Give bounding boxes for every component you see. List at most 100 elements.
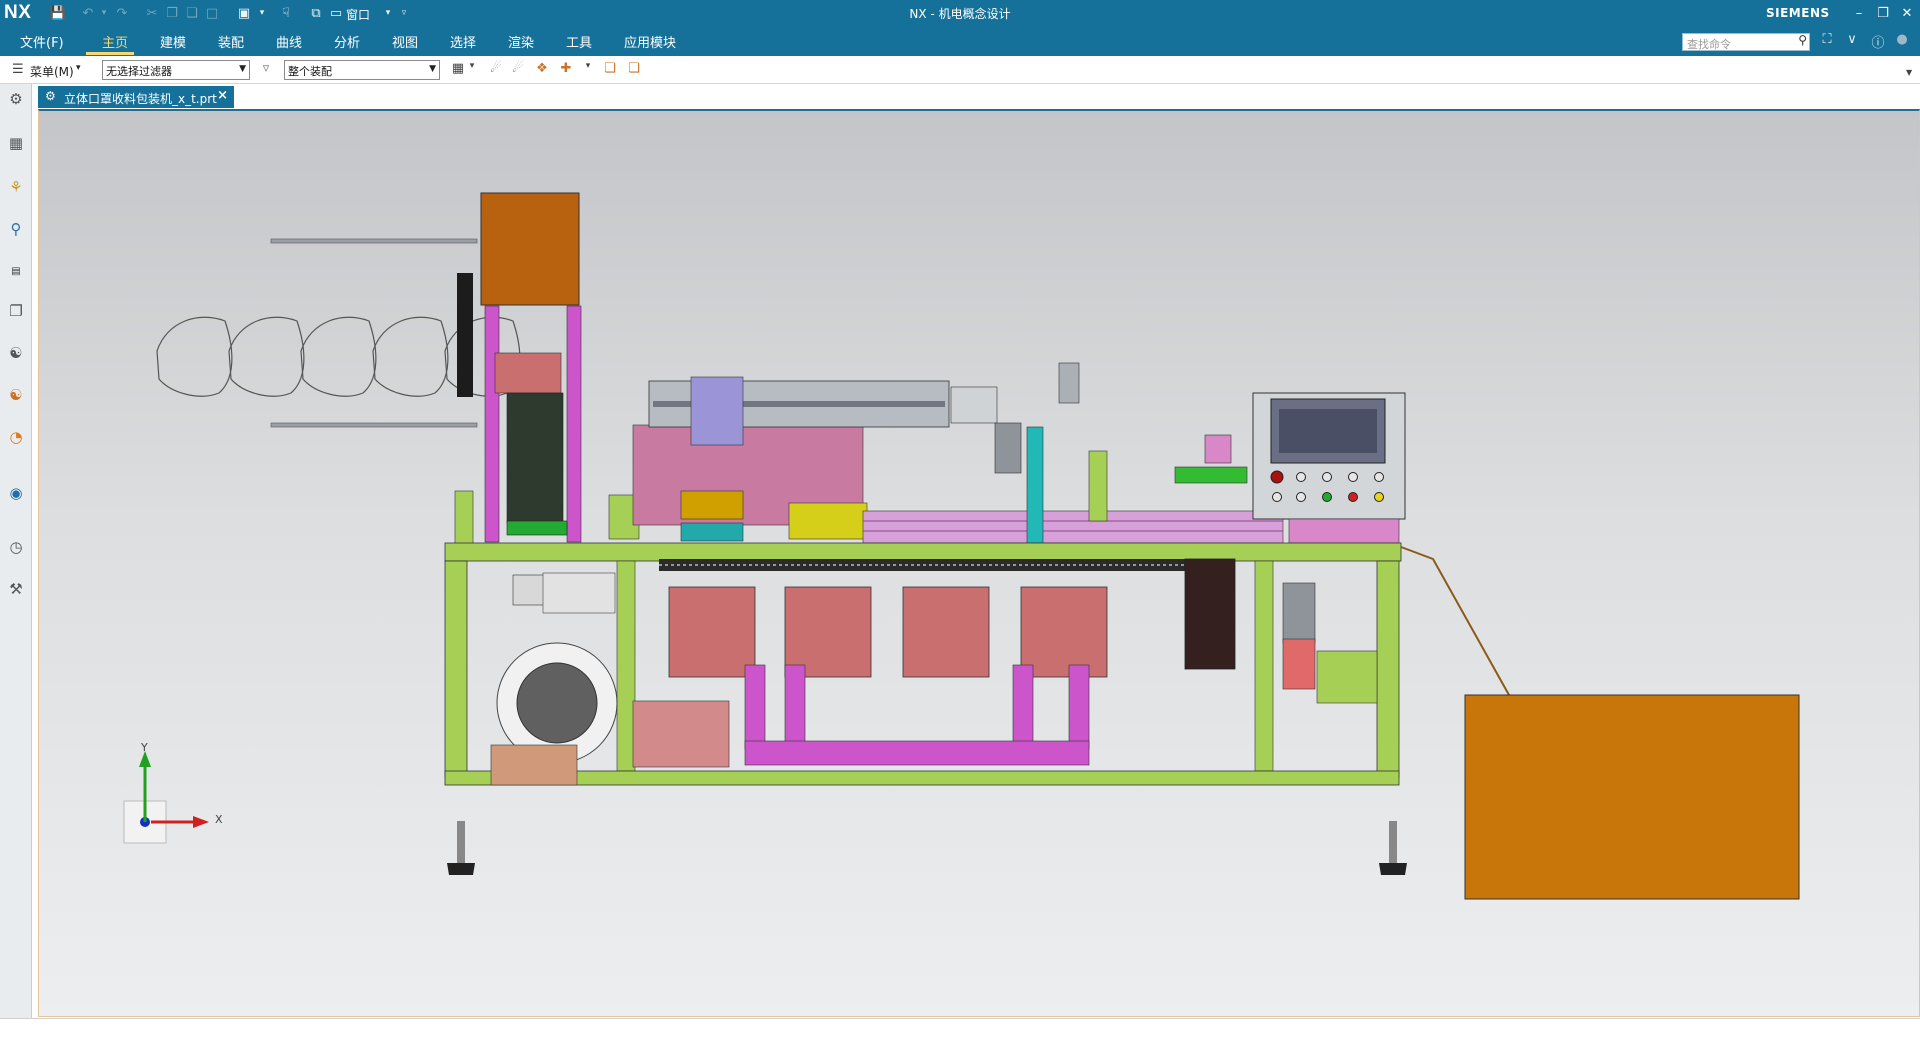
graphics-window[interactable]: Y X [38, 109, 1920, 1017]
tab-application[interactable]: 应用模块 [624, 32, 676, 52]
blower-fan [516, 662, 598, 744]
drive-motor-red [1282, 638, 1316, 690]
menu-dropdown-icon[interactable]: ▾ [76, 63, 81, 73]
paste-special-icon[interactable]: □ [202, 3, 222, 23]
select-feature-icon[interactable]: ☄ [486, 61, 506, 79]
window-menu-label[interactable]: 窗口 [346, 6, 370, 23]
add-component-dropdown-icon[interactable]: ▾ [578, 61, 598, 79]
magenta-support [1012, 664, 1034, 750]
pink-lower-panel [632, 700, 730, 768]
type-filter-select[interactable]: 无选择过滤器 ▼ [102, 60, 250, 80]
cut-icon[interactable]: ✂ [142, 3, 162, 23]
selection-scope-select[interactable]: 整个装配 ▼ [284, 60, 440, 80]
help-icon[interactable]: ⓘ [1868, 32, 1888, 51]
cad-model-view[interactable] [39, 111, 1919, 1016]
type-filter-value: 无选择过滤器 [106, 65, 172, 78]
packing-pocket [902, 586, 990, 678]
stacker-body [506, 392, 564, 524]
history-clock-icon[interactable]: ◷ [5, 536, 27, 558]
blower-duct [542, 572, 616, 614]
leveling-foot [447, 863, 475, 875]
triad-x-label: X [215, 813, 223, 826]
hide-component-icon[interactable]: ❏ [624, 61, 644, 79]
assembly-navigator-icon[interactable]: ⚘ [5, 176, 27, 198]
part-navigator-icon[interactable]: ▤ [5, 260, 27, 282]
close-tab-icon[interactable]: × [217, 88, 228, 103]
magenta-support [744, 664, 766, 750]
mask-outline [156, 316, 233, 397]
snap-dropdown-icon[interactable]: ▾ [462, 61, 482, 79]
close-button[interactable]: ✕ [1896, 3, 1918, 23]
paste-icon[interactable]: ❑ [182, 3, 202, 23]
switch-window-icon[interactable]: ⧉ [306, 3, 326, 23]
packing-pocket [784, 586, 872, 678]
tab-home[interactable]: 主页 [102, 32, 128, 52]
foot-stud [457, 821, 465, 863]
search-icon[interactable]: ⚲ [1798, 33, 1807, 47]
frame-leg-right [1376, 560, 1400, 778]
redo-icon[interactable]: ↷ [112, 3, 132, 23]
touch-mode-icon[interactable]: ☟ [276, 3, 296, 23]
document-tab[interactable]: ⚙ 立体口罩收料包装机_x_t.prt × [38, 86, 234, 108]
command-search-input[interactable]: 查找命令 ⚲ [1682, 33, 1810, 51]
stacker-green-base [506, 520, 568, 536]
tab-analysis[interactable]: 分析 [334, 32, 360, 52]
restore-button[interactable]: ❐ [1872, 3, 1894, 23]
packing-pocket [668, 586, 756, 678]
gear-icon[interactable]: ⚙ [5, 88, 27, 110]
filter-reset-icon[interactable]: ▿ [256, 61, 276, 79]
physics-navigator-icon[interactable]: ▦ [5, 132, 27, 154]
tab-tools[interactable]: 工具 [566, 32, 592, 52]
minimize-button[interactable]: – [1848, 3, 1870, 23]
nx-logo: NX [4, 2, 32, 23]
tab-assembly[interactable]: 装配 [218, 32, 244, 52]
menu-icon[interactable]: ☰ [12, 62, 24, 77]
packing-pocket [1020, 586, 1108, 678]
assembly-navigator-icon[interactable]: ❖ [532, 61, 552, 79]
frame-top-beam [444, 542, 1402, 562]
cylinder-actuator [457, 273, 473, 397]
tab-file[interactable]: 文件(F) [20, 32, 64, 52]
history-icon[interactable]: ☯ [5, 342, 27, 364]
search-placeholder: 查找命令 [1687, 38, 1731, 51]
tab-view[interactable]: 视图 [392, 32, 418, 52]
save-icon[interactable]: 💾 [48, 3, 68, 23]
slider-carriage [690, 376, 744, 446]
guide-rod-top [270, 238, 478, 244]
customize-toolbar-icon[interactable]: ▿ [394, 3, 414, 23]
repeat-command-icon[interactable]: ▣ [234, 3, 254, 23]
part-icon: ⚙ [45, 89, 56, 103]
guide-rod-bottom [270, 422, 478, 428]
toolbar-overflow-icon[interactable]: ▼ [1906, 68, 1912, 77]
foot-stud [1389, 821, 1397, 863]
support-bracket [454, 490, 474, 548]
emergency-stop-button [1270, 470, 1284, 484]
show-component-icon[interactable]: ❏ [600, 61, 620, 79]
selection-scope-value: 整个装配 [288, 65, 332, 78]
triad-y-label: Y [141, 741, 148, 754]
constraint-navigator-icon[interactable]: ⚲ [5, 218, 27, 240]
reuse-library-icon[interactable]: ❐ [5, 300, 27, 322]
repeat-dropdown-icon[interactable]: ▾ [252, 3, 272, 23]
select-face-icon[interactable]: ☄ [508, 61, 528, 79]
window-menu-icon[interactable]: ▭ [326, 3, 346, 23]
frame-inner-leg [616, 560, 636, 772]
magenta-support [1068, 664, 1090, 750]
ribbon-options-icon[interactable]: ∨ [1842, 32, 1862, 50]
vertical-actuator [1058, 362, 1080, 404]
add-component-icon[interactable]: ✚ [556, 61, 576, 79]
tab-modeling[interactable]: 建模 [160, 32, 186, 52]
simulation-sequence-icon[interactable]: ☯ [5, 384, 27, 406]
web-browser-icon[interactable]: ◉ [5, 482, 27, 504]
copy-icon[interactable]: ❐ [162, 3, 182, 23]
pink-module [1204, 434, 1232, 464]
roles-icon[interactable]: ⚒ [5, 578, 27, 600]
tab-select[interactable]: 选择 [450, 32, 476, 52]
runtime-inspector-icon[interactable]: ◔ [5, 426, 27, 448]
menu-button[interactable]: 菜单(M) [30, 63, 74, 80]
tab-curve[interactable]: 曲线 [276, 32, 302, 52]
stacker-column-right [566, 305, 582, 543]
full-screen-icon[interactable]: ⛶ [1817, 32, 1837, 50]
undo-dropdown-icon[interactable]: ▾ [94, 3, 114, 23]
tab-render[interactable]: 渲染 [508, 32, 534, 52]
